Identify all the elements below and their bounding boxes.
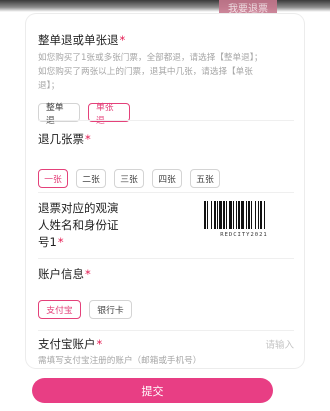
desc-line-1: 如您购买了1张或多张门票，全部都退，请选择【整单退】；	[38, 53, 263, 63]
account-type-options: 支付宝 银行卡	[38, 300, 294, 319]
refund-form-card: 整单退或单张退* 如您购买了1张或多张门票，全部都退，请选择【整单退】； 如您购…	[26, 14, 304, 368]
desc-line-2: 如您购买了两张以上的门票，退其中几张，请选择【单张	[38, 67, 253, 77]
barcode-bar	[236, 201, 237, 229]
barcode-bar	[251, 201, 252, 229]
option-five-tickets[interactable]: 五张	[190, 169, 220, 188]
barcode-caption: REDCITY2021	[220, 232, 267, 238]
refund-type-section: 整单退或单张退* 如您购买了1张或多张门票，全部都退，请选择【整单退】； 如您购…	[38, 32, 294, 126]
barcode-bar	[217, 201, 218, 229]
divider	[38, 120, 294, 121]
option-three-tickets[interactable]: 三张	[114, 169, 144, 188]
barcode-bar	[233, 201, 234, 229]
required-mark: *	[85, 132, 91, 146]
account-info-section: 账户信息* 支付宝 银行卡	[38, 266, 294, 319]
barcode-bar	[229, 201, 232, 229]
barcode-bars	[204, 201, 265, 229]
option-bank-card[interactable]: 银行卡	[89, 300, 132, 319]
required-mark: *	[57, 235, 64, 249]
barcode-bar	[211, 201, 212, 229]
divider	[38, 192, 294, 193]
alipay-account-input[interactable]: 请输入	[265, 337, 294, 351]
ticket-count-title: 退几张票*	[38, 131, 294, 147]
alipay-account-row: 支付宝账户* 请输入	[38, 336, 294, 352]
barcode-bar	[264, 201, 265, 229]
barcode-bar	[223, 201, 225, 229]
top-shadow	[0, 0, 330, 12]
desc-line-3: 退】；	[38, 81, 60, 91]
ticket-count-section: 退几张票* 一张 二张 三张 四张 五张	[38, 131, 294, 188]
barcode-bar	[255, 201, 256, 229]
barcode-bar	[258, 201, 259, 229]
divider	[38, 258, 294, 259]
refund-type-description: 如您购买了1张或多张门票，全部都退，请选择【整单退】； 如您购买了两张以上的门票…	[38, 51, 294, 93]
barcode-bar	[207, 201, 208, 229]
option-alipay[interactable]: 支付宝	[38, 300, 81, 319]
barcode-bar	[226, 201, 227, 229]
option-one-ticket[interactable]: 一张	[38, 169, 68, 188]
refund-type-title: 整单退或单张退*	[38, 32, 294, 48]
account-info-title: 账户信息*	[38, 266, 294, 282]
account-info-title-text: 账户信息	[38, 267, 84, 281]
barcode-bar	[260, 201, 262, 229]
required-mark: *	[119, 33, 126, 47]
ticket-count-options: 一张 二张 三张 四张 五张	[38, 169, 294, 188]
viewer-info-title-line-3-text: 号1	[38, 235, 57, 249]
alipay-account-section: 支付宝账户* 请输入 需填写支付宝注册的账户（邮箱或手机号）	[38, 336, 294, 368]
barcode-bar	[214, 201, 216, 229]
submit-button[interactable]: 提交	[32, 378, 273, 403]
alipay-account-title-text: 支付宝账户	[38, 337, 96, 351]
barcode-bar	[238, 201, 240, 229]
ticket-count-title-text: 退几张票	[38, 132, 84, 146]
barcode-bar	[246, 201, 247, 229]
refund-type-title-text: 整单退或单张退	[38, 33, 119, 47]
alipay-account-hint: 需填写支付宝注册的账户（邮箱或手机号）	[38, 356, 202, 366]
divider	[38, 330, 294, 331]
required-mark: *	[96, 337, 103, 351]
barcode-bar	[219, 201, 222, 229]
barcode-bar	[241, 201, 244, 229]
required-mark: *	[85, 267, 91, 281]
alipay-account-title: 支付宝账户*	[38, 336, 102, 352]
barcode-bar	[248, 201, 250, 229]
barcode-bar	[204, 201, 206, 229]
option-four-tickets[interactable]: 四张	[152, 169, 182, 188]
option-two-tickets[interactable]: 二张	[76, 169, 106, 188]
barcode-image: REDCITY2021	[204, 201, 267, 238]
